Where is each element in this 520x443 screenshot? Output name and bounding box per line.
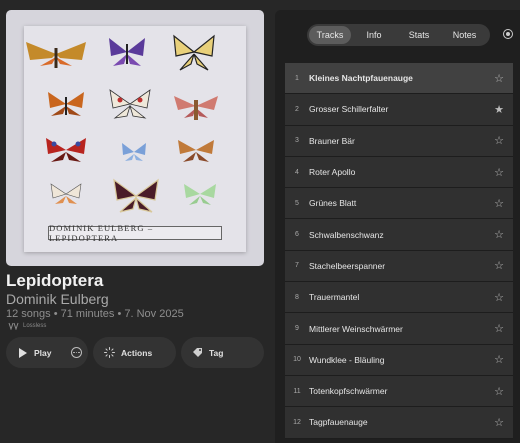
track-number: 7 — [295, 262, 299, 270]
lossless-label: Lossless — [23, 323, 47, 329]
star-icon[interactable]: ☆ — [492, 134, 506, 147]
cover-artwork: DOMINIK EULBERG – LEPIDOPTERA — [24, 26, 246, 252]
track-row[interactable]: 12 Tagpfauenauge ☆ — [285, 407, 513, 439]
star-icon[interactable]: ☆ — [492, 259, 506, 272]
track-row[interactable]: 3 Brauner Bär ☆ — [285, 125, 513, 157]
actions-button[interactable]: Actions — [93, 337, 176, 368]
album-cover[interactable]: DOMINIK EULBERG – LEPIDOPTERA — [6, 10, 264, 266]
track-title: Trauermantel — [309, 292, 360, 303]
actions-label: Actions — [121, 347, 153, 358]
track-row[interactable]: 4 Roter Apollo ☆ — [285, 156, 513, 189]
star-icon[interactable]: ☆ — [492, 166, 506, 179]
star-icon[interactable]: ☆ — [492, 353, 506, 366]
tag-label: Tag — [209, 347, 224, 358]
track-row[interactable]: 10 Wundklee - Bläuling ☆ — [285, 344, 513, 376]
track-panel: Tracks Info Stats Notes 1 Kleines Nachtp… — [275, 10, 520, 443]
track-title: Mittlerer Weinschwärmer — [309, 323, 403, 334]
track-title: Stachelbeerspanner — [309, 260, 386, 271]
lossless-icon — [8, 322, 19, 330]
track-number: 10 — [293, 356, 301, 364]
track-title: Grünes Blatt — [309, 198, 357, 209]
album-title: Lepidoptera — [6, 271, 104, 290]
lossless-badge: Lossless — [8, 322, 46, 330]
star-icon[interactable]: ☆ — [492, 228, 506, 241]
track-title: Wundklee - Bläuling — [309, 354, 385, 365]
track-row[interactable]: 1 Kleines Nachtpfauenauge ☆ — [285, 63, 513, 95]
track-number: 11 — [293, 387, 301, 395]
track-row[interactable]: 9 Mittlerer Weinschwärmer ☆ — [285, 313, 513, 345]
track-list: 1 Kleines Nachtpfauenauge ☆ 2 Grosser Sc… — [285, 63, 513, 439]
track-number: 5 — [295, 199, 299, 207]
track-title: Totenkopfschwärmer — [309, 386, 388, 397]
track-number: 2 — [295, 105, 299, 113]
track-title: Grosser Schillerfalter — [309, 104, 389, 115]
star-icon[interactable]: ☆ — [492, 322, 506, 335]
settings-circle-icon[interactable] — [503, 29, 513, 39]
butterflies-artwork — [26, 34, 218, 213]
track-number: 8 — [295, 293, 299, 301]
track-row[interactable]: 7 Stachelbeerspanner ☆ — [285, 250, 513, 283]
ellipsis-circle-icon[interactable] — [71, 347, 82, 358]
track-title: Schwalbenschwanz — [309, 229, 384, 240]
star-icon[interactable]: ☆ — [492, 416, 506, 429]
sparkle-icon — [103, 347, 115, 359]
tag-icon — [191, 347, 203, 359]
album-meta: 12 songs • 71 minutes • 7. Nov 2025 — [6, 308, 184, 320]
track-row[interactable]: 2 Grosser Schillerfalter ★ — [285, 94, 513, 126]
star-icon[interactable]: ☆ — [492, 291, 506, 304]
tab-bar: Tracks Info Stats Notes — [307, 24, 490, 46]
track-number: 4 — [295, 168, 299, 176]
track-number: 1 — [295, 74, 299, 82]
track-title: Roter Apollo — [309, 167, 356, 178]
album-artist[interactable]: Dominik Eulberg — [6, 291, 109, 307]
track-number: 3 — [295, 137, 299, 145]
track-number: 12 — [293, 418, 301, 426]
star-icon[interactable]: ☆ — [492, 197, 506, 210]
track-number: 9 — [295, 325, 299, 333]
star-icon[interactable]: ★ — [492, 103, 506, 116]
tab-tracks[interactable]: Tracks — [309, 26, 351, 44]
track-title: Tagpfauenauge — [309, 417, 368, 428]
play-icon — [16, 347, 28, 359]
star-icon[interactable]: ☆ — [492, 72, 506, 85]
play-label: Play — [34, 347, 52, 358]
track-title: Brauner Bär — [309, 135, 355, 146]
track-row[interactable]: 5 Grünes Blatt ☆ — [285, 188, 513, 220]
cover-title-label: DOMINIK EULBERG – LEPIDOPTERA — [48, 223, 222, 243]
track-row[interactable]: 11 Totenkopfschwärmer ☆ — [285, 375, 513, 408]
track-title: Kleines Nachtpfauenauge — [309, 73, 413, 84]
track-row[interactable]: 6 Schwalbenschwanz ☆ — [285, 219, 513, 251]
tag-button[interactable]: Tag — [181, 337, 264, 368]
track-number: 6 — [295, 231, 299, 239]
play-button[interactable]: Play — [6, 337, 88, 368]
star-icon[interactable]: ☆ — [492, 385, 506, 398]
tab-stats[interactable]: Stats — [397, 26, 441, 44]
tab-notes[interactable]: Notes — [441, 26, 488, 44]
track-row[interactable]: 8 Trauermantel ☆ — [285, 282, 513, 314]
tab-info[interactable]: Info — [353, 26, 395, 44]
